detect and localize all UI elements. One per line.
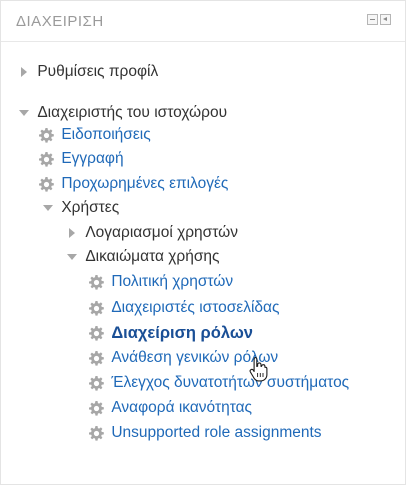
tree-item-advanced-features[interactable]: Προχωρημένες επιλογές — [39, 173, 228, 195]
tree-item-label: Δικαιώματα χρήσης — [85, 248, 220, 265]
hand-cursor-icon — [249, 356, 269, 382]
tree-item-profile-settings[interactable]: Ρυθμίσεις προφίλ — [19, 61, 158, 83]
tree-item-permissions[interactable]: Δικαιώματα χρήσης — [67, 246, 219, 268]
tree-item-notifications[interactable]: Ειδοποιήσεις — [39, 124, 151, 146]
tree-item-users[interactable]: Χρήστες — [43, 197, 119, 219]
gear-icon — [39, 124, 57, 146]
tree-item-label: Αναφορά ικανότητας — [111, 399, 253, 416]
tree-item-label: Ειδοποιήσεις — [61, 126, 151, 143]
tree-item-check-system-permissions[interactable]: Έλεγχος δυνατοτήτων συστήματος — [89, 372, 349, 394]
gear-icon — [89, 397, 107, 419]
gear-icon — [89, 347, 107, 369]
tree-item-label: Ρυθμίσεις προφίλ — [37, 63, 159, 80]
tree-item-label: Χρήστες — [61, 199, 120, 216]
gear-icon — [89, 322, 107, 344]
tree-item-unsupported-role-assignments[interactable]: Unsupported role assignments — [89, 422, 322, 444]
block-controls — [367, 14, 391, 25]
tree-item-label: Λογαριασμοί χρηστών — [85, 224, 238, 241]
gear-icon — [89, 372, 107, 394]
tree-item-label: Διαχειριστές ιστοσελίδας — [111, 299, 280, 316]
block-title: ΔΙΑΧΕΙΡΙΣΗ — [16, 13, 104, 30]
expand-arrow-icon[interactable] — [67, 222, 81, 244]
gear-icon — [89, 297, 107, 319]
hide-block-icon[interactable] — [367, 14, 378, 25]
block-header: ΔΙΑΧΕΙΡΙΣΗ — [1, 1, 405, 42]
tree-item-user-policies[interactable]: Πολιτική χρηστών — [89, 271, 233, 293]
collapse-arrow-icon[interactable] — [67, 246, 81, 268]
tree-item-label: Διαχείριση ρόλων — [111, 324, 253, 342]
tree-item-label: Πολιτική χρηστών — [111, 273, 234, 290]
gear-icon — [89, 422, 107, 444]
tree-item-registration[interactable]: Εγγραφή — [39, 148, 124, 170]
tree-item-label: Έλεγχος δυνατοτήτων συστήματος — [111, 374, 350, 391]
tree-item-label: Εγγραφή — [61, 150, 124, 167]
administration-block: ΔΙΑΧΕΙΡΙΣΗ Ρυθμίσεις προφίλ Διαχειριστής… — [0, 0, 406, 485]
collapse-arrow-icon[interactable] — [19, 102, 33, 124]
tree-item-define-roles[interactable]: Διαχείριση ρόλων — [89, 322, 253, 344]
gear-icon — [39, 173, 57, 195]
gear-icon — [39, 148, 57, 170]
tree-item-label: Unsupported role assignments — [111, 424, 322, 441]
expand-arrow-icon[interactable] — [19, 61, 33, 83]
tree-item-site-administrators[interactable]: Διαχειριστές ιστοσελίδας — [89, 297, 279, 319]
tree-item-user-accounts[interactable]: Λογαριασμοί χρηστών — [67, 222, 238, 244]
tree-item-capability-report[interactable]: Αναφορά ικανότητας — [89, 397, 252, 419]
tree-item-label: Διαχειριστής του ιστοχώρου — [37, 104, 228, 121]
gear-icon — [89, 271, 107, 293]
tree-item-label: Προχωρημένες επιλογές — [61, 175, 229, 192]
dock-block-icon[interactable] — [380, 14, 391, 25]
tree-item-site-admin[interactable]: Διαχειριστής του ιστοχώρου — [19, 102, 227, 124]
collapse-arrow-icon[interactable] — [43, 197, 57, 219]
